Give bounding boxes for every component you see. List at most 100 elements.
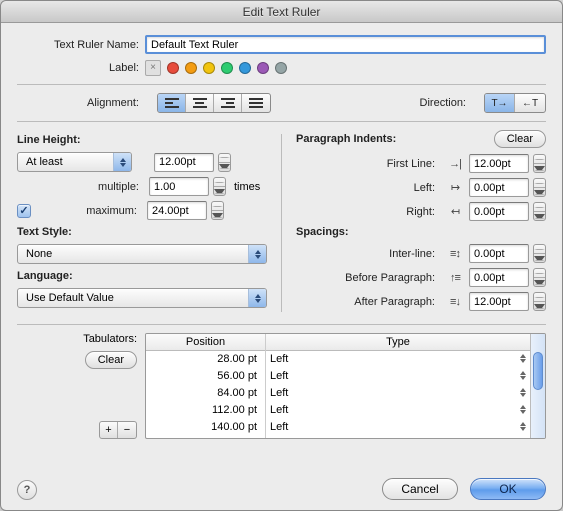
- tab-position-cell[interactable]: 28.00 pt: [146, 351, 265, 368]
- align-left-button[interactable]: [158, 94, 186, 112]
- label-swatch-yellow[interactable]: [203, 62, 215, 74]
- align-right-button[interactable]: [214, 94, 242, 112]
- before-para-stepper[interactable]: [533, 268, 546, 287]
- tab-type-cell[interactable]: Left: [266, 402, 530, 419]
- line-height-mode-value: At least: [26, 156, 63, 168]
- help-button[interactable]: ?: [17, 480, 37, 500]
- first-line-input[interactable]: [469, 154, 529, 173]
- alignment-segmented[interactable]: [157, 93, 271, 113]
- tabulators-clear-button[interactable]: Clear: [85, 351, 137, 369]
- tab-type-cell[interactable]: Left: [266, 385, 530, 402]
- tabulators-table[interactable]: Position 28.00 pt56.00 pt84.00 pt112.00 …: [145, 333, 546, 439]
- scrollbar-thumb[interactable]: [533, 352, 543, 390]
- after-para-input[interactable]: [469, 292, 529, 311]
- tab-type-cell[interactable]: Left: [266, 351, 530, 368]
- chevron-updown-icon: [520, 371, 526, 380]
- tab-type-cell[interactable]: Left: [266, 419, 530, 436]
- after-para-label: After Paragraph:: [331, 296, 441, 308]
- left-indent-input[interactable]: [469, 178, 529, 197]
- label-none-swatch[interactable]: ×: [145, 60, 161, 76]
- align-center-button[interactable]: [186, 94, 214, 112]
- chevron-updown-icon: [248, 289, 266, 307]
- label-label: Label:: [17, 62, 145, 74]
- tabulators-add-remove[interactable]: + −: [99, 421, 137, 439]
- remove-tab-button[interactable]: −: [118, 422, 136, 438]
- cancel-button[interactable]: Cancel: [382, 478, 458, 500]
- before-para-icon: ↑≡: [445, 272, 465, 284]
- maximum-label: maximum:: [35, 205, 143, 217]
- line-height-stepper[interactable]: [218, 153, 231, 172]
- chevron-updown-icon: [113, 153, 131, 171]
- label-swatch-blue[interactable]: [239, 62, 251, 74]
- right-indent-input[interactable]: [469, 202, 529, 221]
- direction-segmented[interactable]: T→ ←T: [484, 93, 546, 113]
- line-height-mode-select[interactable]: At least: [17, 152, 132, 172]
- before-para-label: Before Paragraph:: [331, 272, 441, 284]
- times-label: times: [234, 181, 260, 193]
- type-header: Type: [266, 334, 530, 351]
- first-line-stepper[interactable]: [533, 154, 546, 173]
- before-para-input[interactable]: [469, 268, 529, 287]
- inter-line-label: Inter-line:: [331, 248, 441, 260]
- text-style-select[interactable]: None: [17, 244, 267, 264]
- alignment-label: Alignment:: [17, 97, 145, 109]
- inter-line-icon: ≡↕: [445, 248, 465, 260]
- right-indent-icon: ↤: [445, 205, 465, 218]
- left-indent-stepper[interactable]: [533, 178, 546, 197]
- chevron-updown-icon: [520, 405, 526, 414]
- direction-ltr-button[interactable]: T→: [485, 94, 515, 112]
- language-title: Language:: [17, 270, 267, 282]
- chevron-updown-icon: [520, 388, 526, 397]
- multiple-label: multiple:: [45, 181, 145, 193]
- language-value: Use Default Value: [26, 292, 114, 304]
- multiple-input[interactable]: [149, 177, 209, 196]
- left-indent-icon: ↦: [445, 181, 465, 194]
- window-title: Edit Text Ruler: [1, 1, 562, 23]
- right-indent-label: Right:: [331, 206, 441, 218]
- tab-position-cell[interactable]: 84.00 pt: [146, 385, 265, 402]
- multiple-stepper[interactable]: [213, 177, 226, 196]
- text-style-value: None: [26, 248, 52, 260]
- tab-type-cell[interactable]: Left: [266, 368, 530, 385]
- inter-line-stepper[interactable]: [533, 244, 546, 263]
- position-header: Position: [146, 334, 265, 351]
- right-indent-stepper[interactable]: [533, 202, 546, 221]
- tabulators-label: Tabulators:: [83, 333, 137, 345]
- label-swatch-purple[interactable]: [257, 62, 269, 74]
- label-swatch-green[interactable]: [221, 62, 233, 74]
- spacings-title: Spacings:: [296, 226, 546, 238]
- ok-button[interactable]: OK: [470, 478, 546, 500]
- inter-line-input[interactable]: [469, 244, 529, 263]
- tab-position-cell[interactable]: 140.00 pt: [146, 419, 265, 436]
- language-select[interactable]: Use Default Value: [17, 288, 267, 308]
- tab-position-cell[interactable]: 56.00 pt: [146, 368, 265, 385]
- chevron-updown-icon: [520, 354, 526, 363]
- tab-position-cell[interactable]: 112.00 pt: [146, 402, 265, 419]
- table-scrollbar[interactable]: [530, 334, 545, 438]
- chevron-updown-icon: [520, 422, 526, 431]
- edit-text-ruler-window: Edit Text Ruler Text Ruler Name: Label: …: [0, 0, 563, 511]
- direction-label: Direction:: [420, 97, 472, 109]
- add-tab-button[interactable]: +: [100, 422, 118, 438]
- label-swatch-gray[interactable]: [275, 62, 287, 74]
- text-style-title: Text Style:: [17, 226, 267, 238]
- name-label: Text Ruler Name:: [17, 39, 145, 51]
- line-height-value-input[interactable]: [154, 153, 214, 172]
- first-line-indent-icon: →|: [445, 158, 465, 170]
- label-swatch-orange[interactable]: [185, 62, 197, 74]
- maximum-input[interactable]: [147, 201, 207, 220]
- label-swatch-red[interactable]: [167, 62, 179, 74]
- align-justify-button[interactable]: [242, 94, 270, 112]
- line-height-title: Line Height:: [17, 134, 267, 146]
- maximum-stepper[interactable]: [211, 201, 224, 220]
- indents-title: Paragraph Indents:: [296, 133, 486, 145]
- direction-rtl-button[interactable]: ←T: [515, 94, 545, 112]
- first-line-label: First Line:: [331, 158, 441, 170]
- after-para-stepper[interactable]: [533, 292, 546, 311]
- text-ruler-name-input[interactable]: [145, 35, 546, 54]
- maximum-checkbox[interactable]: ✓: [17, 204, 31, 218]
- chevron-updown-icon: [248, 245, 266, 263]
- indents-clear-button[interactable]: Clear: [494, 130, 546, 148]
- after-para-icon: ≡↓: [445, 296, 465, 308]
- left-indent-label: Left:: [331, 182, 441, 194]
